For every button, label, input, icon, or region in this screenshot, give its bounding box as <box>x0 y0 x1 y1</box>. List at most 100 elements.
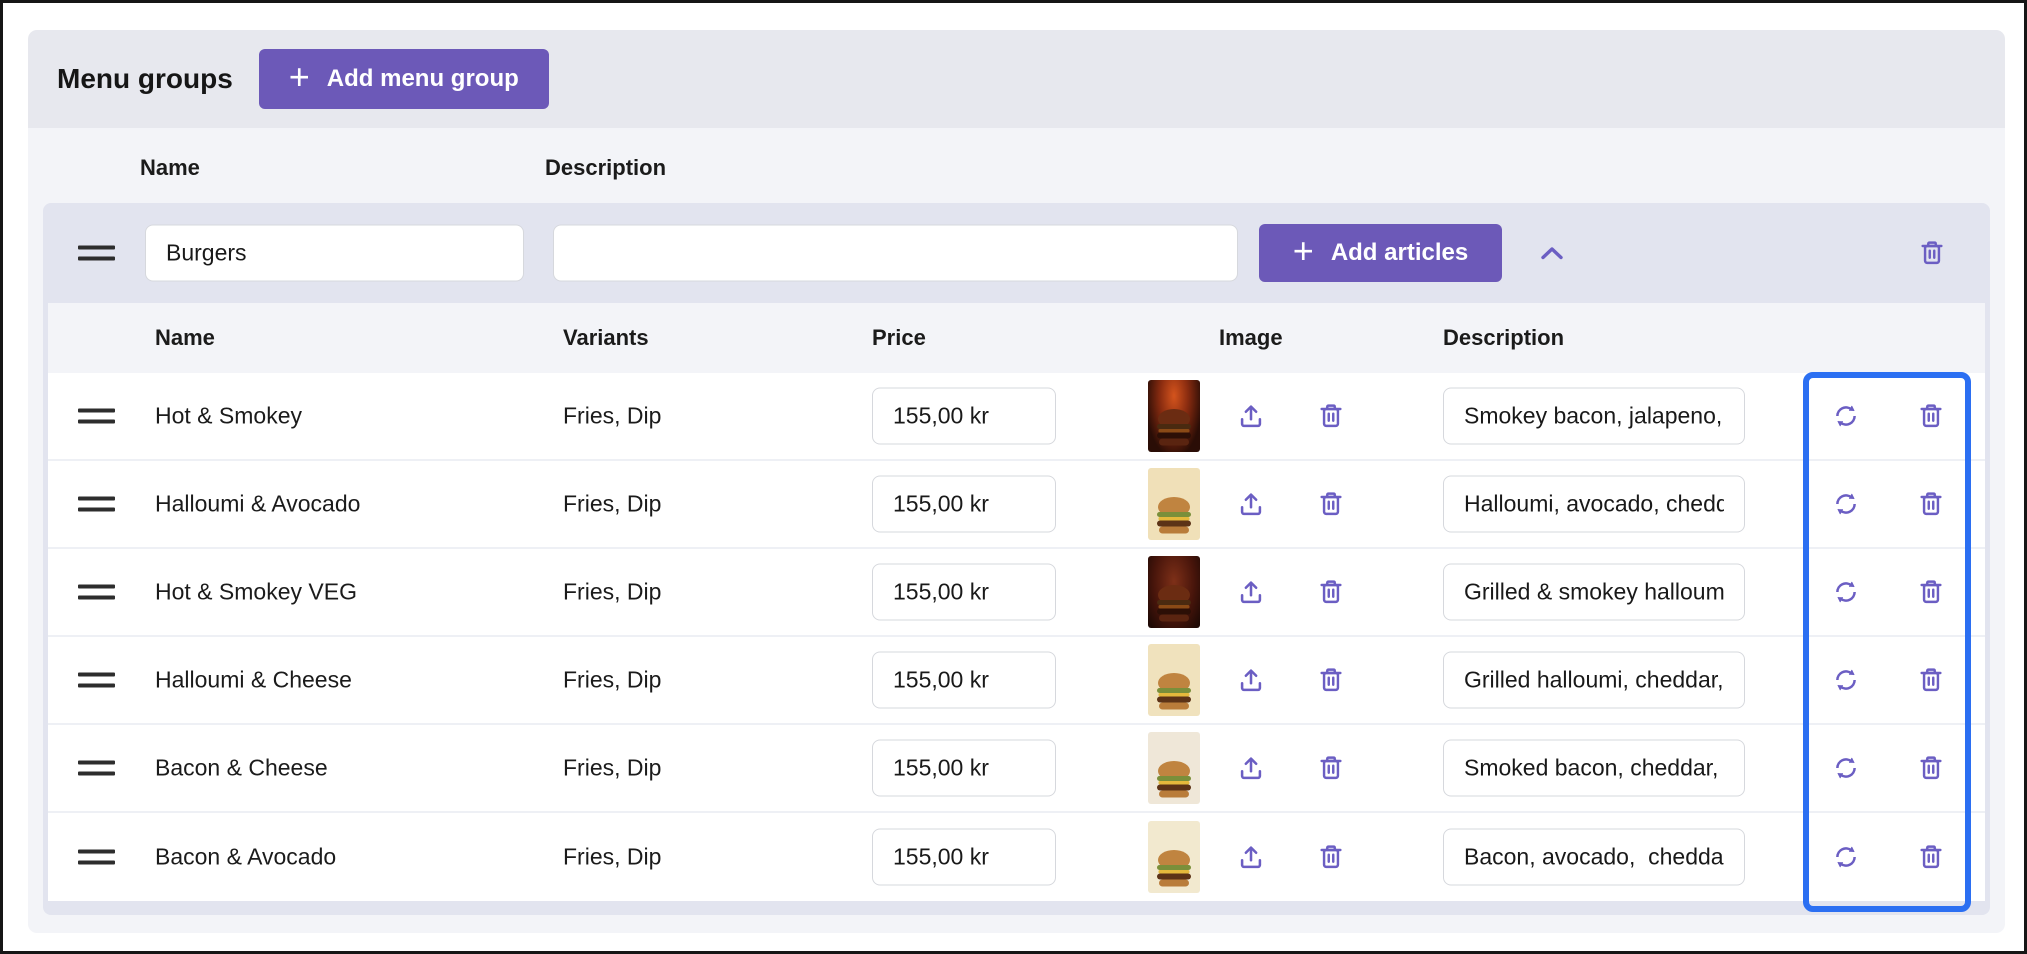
article-variants: Fries, Dip <box>563 755 661 782</box>
sync-article-button[interactable] <box>1831 753 1861 783</box>
article-name: Halloumi & Avocado <box>155 491 360 518</box>
sync-article-button[interactable] <box>1831 401 1861 431</box>
upload-image-button[interactable] <box>1236 842 1266 872</box>
price-input[interactable] <box>872 652 1056 709</box>
trash-icon <box>1316 577 1346 607</box>
upload-image-button[interactable] <box>1236 753 1266 783</box>
table-row: Bacon & Avocado Fries, Dip <box>48 813 1985 901</box>
chevron-up-icon <box>1539 245 1565 261</box>
delete-article-button[interactable] <box>1916 577 1946 607</box>
article-variants: Fries, Dip <box>563 667 661 694</box>
drag-handle-icon[interactable] <box>78 850 115 865</box>
table-row: Bacon & Cheese Fries, Dip <box>48 725 1985 813</box>
description-input[interactable] <box>1443 829 1745 886</box>
column-name: Name <box>155 325 215 351</box>
trash-icon <box>1917 238 1947 268</box>
add-menu-group-label: Add menu group <box>327 65 519 93</box>
refresh-icon <box>1831 577 1861 607</box>
trash-icon <box>1916 753 1946 783</box>
delete-image-button[interactable] <box>1316 753 1346 783</box>
add-articles-button[interactable]: + Add articles <box>1259 224 1502 282</box>
delete-article-button[interactable] <box>1916 489 1946 519</box>
upload-icon <box>1236 665 1266 695</box>
group-name-input[interactable] <box>145 225 524 282</box>
panel-header: Menu groups + Add menu group <box>28 30 2005 128</box>
drag-handle-icon[interactable] <box>78 497 115 512</box>
drag-handle-icon[interactable] <box>78 409 115 424</box>
table-row: Hot & Smokey VEG Fries, Dip <box>48 549 1985 637</box>
description-input[interactable] <box>1443 564 1745 621</box>
articles-table: Name Variants Price Image Description Ho… <box>48 303 1985 901</box>
price-input[interactable] <box>872 476 1056 533</box>
upload-icon <box>1236 489 1266 519</box>
plus-icon: + <box>289 59 310 95</box>
outer-column-description: Description <box>545 155 666 181</box>
upload-image-button[interactable] <box>1236 577 1266 607</box>
refresh-icon <box>1831 489 1861 519</box>
article-image <box>1148 380 1200 452</box>
article-image <box>1148 468 1200 540</box>
article-name: Halloumi & Cheese <box>155 667 352 694</box>
sync-article-button[interactable] <box>1831 842 1861 872</box>
articles-table-header: Name Variants Price Image Description <box>48 303 1985 373</box>
delete-image-button[interactable] <box>1316 577 1346 607</box>
trash-icon <box>1316 753 1346 783</box>
refresh-icon <box>1831 401 1861 431</box>
column-image: Image <box>1219 325 1283 351</box>
refresh-icon <box>1831 665 1861 695</box>
trash-icon <box>1916 577 1946 607</box>
delete-image-button[interactable] <box>1316 665 1346 695</box>
add-articles-label: Add articles <box>1331 239 1468 267</box>
trash-icon <box>1316 665 1346 695</box>
articles-body: Hot & Smokey Fries, Dip <box>48 373 1985 901</box>
sync-article-button[interactable] <box>1831 665 1861 695</box>
description-input[interactable] <box>1443 740 1745 797</box>
delete-article-button[interactable] <box>1916 753 1946 783</box>
upload-icon <box>1236 842 1266 872</box>
trash-icon <box>1316 489 1346 519</box>
delete-article-button[interactable] <box>1916 842 1946 872</box>
plus-icon: + <box>1293 233 1314 269</box>
drag-handle-icon[interactable] <box>78 673 115 688</box>
delete-group-button[interactable] <box>1917 238 1947 268</box>
description-input[interactable] <box>1443 652 1745 709</box>
price-input[interactable] <box>872 829 1056 886</box>
trash-icon <box>1916 489 1946 519</box>
sync-article-button[interactable] <box>1831 577 1861 607</box>
trash-icon <box>1916 842 1946 872</box>
menu-group-burgers: + Add articles <box>43 203 1990 915</box>
price-input[interactable] <box>872 740 1056 797</box>
upload-image-button[interactable] <box>1236 401 1266 431</box>
delete-article-button[interactable] <box>1916 665 1946 695</box>
delete-image-button[interactable] <box>1316 489 1346 519</box>
sync-article-button[interactable] <box>1831 489 1861 519</box>
article-image <box>1148 732 1200 804</box>
upload-icon <box>1236 753 1266 783</box>
delete-article-button[interactable] <box>1916 401 1946 431</box>
trash-icon <box>1316 401 1346 431</box>
upload-image-button[interactable] <box>1236 665 1266 695</box>
upload-image-button[interactable] <box>1236 489 1266 519</box>
collapse-group-button[interactable] <box>1537 238 1567 268</box>
drag-handle-icon[interactable] <box>78 585 115 600</box>
delete-image-button[interactable] <box>1316 842 1346 872</box>
trash-icon <box>1916 401 1946 431</box>
group-description-input[interactable] <box>553 225 1238 282</box>
table-row: Halloumi & Avocado Fries, Dip <box>48 461 1985 549</box>
upload-icon <box>1236 577 1266 607</box>
description-input[interactable] <box>1443 388 1745 445</box>
column-description: Description <box>1443 325 1564 351</box>
price-input[interactable] <box>872 564 1056 621</box>
group-row: + Add articles <box>43 203 1990 303</box>
drag-handle-icon[interactable] <box>78 761 115 776</box>
drag-handle-icon[interactable] <box>78 246 115 261</box>
price-input[interactable] <box>872 388 1056 445</box>
table-row: Hot & Smokey Fries, Dip <box>48 373 1985 461</box>
column-variants: Variants <box>563 325 649 351</box>
menu-groups-panel: Menu groups + Add menu group Name Descri… <box>28 30 2005 933</box>
description-input[interactable] <box>1443 476 1745 533</box>
add-menu-group-button[interactable]: + Add menu group <box>259 49 549 109</box>
article-image <box>1148 644 1200 716</box>
article-image <box>1148 821 1200 893</box>
delete-image-button[interactable] <box>1316 401 1346 431</box>
